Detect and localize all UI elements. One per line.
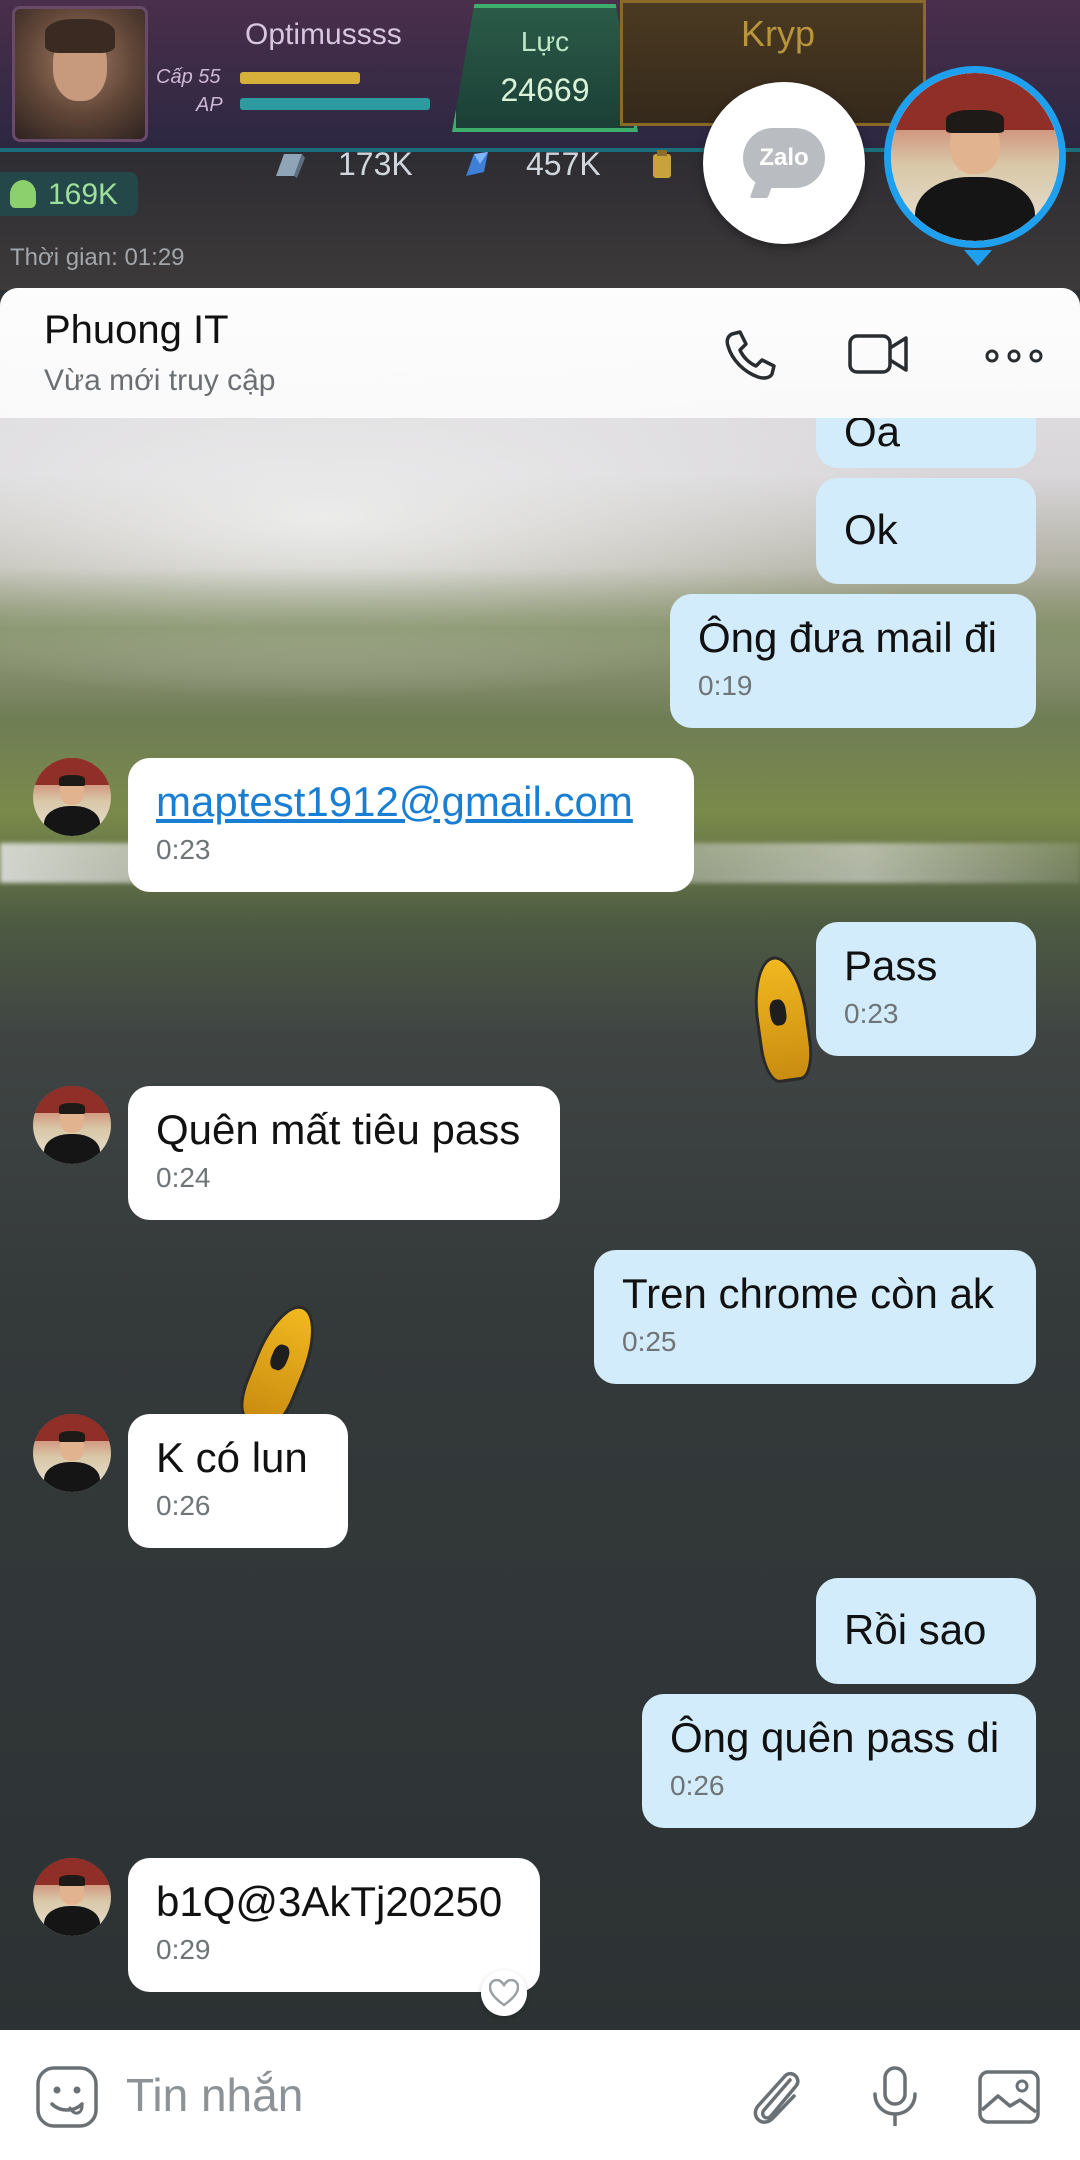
- message-time: 0:26: [670, 1770, 725, 1801]
- fuel-resource-icon: [653, 150, 671, 178]
- message-text: Pass: [844, 942, 938, 989]
- game-timer: Thời gian: 01:29: [10, 244, 185, 271]
- message-input[interactable]: Tin nhắn: [126, 2068, 303, 2122]
- contact-avatar[interactable]: [33, 1414, 111, 1492]
- chat-header: Phuong IT Vừa mới truy cập: [0, 288, 1080, 418]
- game-ap-bar: [240, 98, 430, 110]
- zalo-logo-icon: Zalo: [743, 128, 825, 188]
- message-time: 0:23: [844, 998, 899, 1029]
- game-level-bar: [240, 72, 360, 84]
- message-time: 0:29: [156, 1934, 211, 1965]
- message-bubble-received[interactable]: Quên mất tiêu pass 0:24: [128, 1086, 560, 1220]
- contact-avatar[interactable]: [33, 1086, 111, 1164]
- message-time: 0:23: [156, 834, 211, 865]
- game-power-value: 24669: [500, 72, 590, 108]
- attach-icon[interactable]: [742, 2064, 808, 2130]
- game-followers-badge[interactable]: 169K: [0, 172, 138, 216]
- message-bubble-sent[interactable]: Ông đưa mail đi 0:19: [670, 594, 1036, 728]
- metal-resource-icon: [276, 154, 305, 178]
- message-bubble-received[interactable]: K có lun 0:26: [128, 1414, 348, 1548]
- game-resource-crystal: 457K: [526, 146, 601, 182]
- chat-head-pointer: [964, 250, 992, 266]
- game-resource-metal: 173K: [338, 146, 413, 182]
- message-text: Quên mất tiêu pass: [156, 1106, 521, 1153]
- message-time: 0:24: [156, 1162, 211, 1193]
- message-time: 0:26: [156, 1490, 211, 1521]
- game-player-portrait[interactable]: [12, 6, 148, 142]
- zalo-chat-head[interactable]: Zalo: [703, 82, 865, 244]
- message-bubble-sent[interactable]: Rồi sao: [816, 1578, 1036, 1684]
- message-text: Ông quên pass di: [670, 1714, 1000, 1761]
- message-text: Oa: [844, 418, 901, 455]
- game-player-level: Cấp 55: [156, 66, 221, 88]
- game-kryp-label: Kryp: [741, 13, 816, 54]
- react-button[interactable]: [481, 1970, 527, 2016]
- zalo-logo-text: Zalo: [759, 144, 809, 171]
- message-text: b1Q@3AkTj20250: [156, 1878, 503, 1925]
- game-player-ap-label: AP: [196, 94, 223, 116]
- message-text: K có lun: [156, 1434, 308, 1481]
- contact-chat-head[interactable]: [884, 66, 1066, 248]
- message-bubble-sent[interactable]: Pass 0:23: [816, 922, 1036, 1056]
- message-time: 0:19: [698, 670, 753, 701]
- contact-avatar[interactable]: [33, 758, 111, 836]
- message-bubble-sent[interactable]: Tren chrome còn ak 0:25: [594, 1250, 1036, 1384]
- game-followers-value: 169K: [48, 178, 119, 211]
- contact-name[interactable]: Phuong IT: [44, 308, 229, 353]
- contact-chat-head-avatar: [891, 73, 1059, 241]
- image-icon[interactable]: [976, 2064, 1042, 2130]
- message-text: Rồi sao: [844, 1606, 987, 1653]
- sticker-icon[interactable]: [34, 2064, 100, 2130]
- game-power-panel[interactable]: Lực 24669: [452, 4, 638, 132]
- game-player-name: Optimussss: [245, 18, 402, 51]
- message-input-bar: Tin nhắn: [0, 2030, 1080, 2160]
- message-bubble-received[interactable]: b1Q@3AkTj20250 0:29: [128, 1858, 540, 1992]
- chat-window: Phuong IT Vừa mới truy cập Oa Ok Ông đưa…: [0, 288, 1080, 2160]
- message-bubble-sent[interactable]: Oa: [816, 418, 1036, 468]
- message-bubble-received[interactable]: maptest1912@gmail.com 0:23: [128, 758, 694, 892]
- followers-icon: [10, 180, 36, 208]
- contact-status: Vừa mới truy cập: [44, 364, 276, 397]
- message-bubble-sent[interactable]: Ok: [816, 478, 1036, 584]
- heart-icon: [489, 1979, 519, 2007]
- phone-icon[interactable]: [718, 326, 782, 382]
- more-options-icon[interactable]: [982, 326, 1046, 382]
- crystal-resource-icon: [466, 152, 488, 176]
- message-text: Ok: [844, 506, 898, 553]
- game-power-label: Lực: [520, 26, 570, 57]
- message-text: Tren chrome còn ak: [622, 1270, 994, 1317]
- message-text: Ông đưa mail đi: [698, 614, 997, 661]
- message-list[interactable]: Oa Ok Ông đưa mail đi 0:19 maptest1912@g…: [0, 418, 1080, 2030]
- message-bubble-sent[interactable]: Ông quên pass di 0:26: [642, 1694, 1036, 1828]
- video-call-icon[interactable]: [846, 326, 910, 382]
- message-time: 0:25: [622, 1326, 677, 1357]
- microphone-icon[interactable]: [862, 2064, 928, 2130]
- email-link[interactable]: maptest1912@gmail.com: [156, 778, 666, 826]
- contact-avatar[interactable]: [33, 1858, 111, 1936]
